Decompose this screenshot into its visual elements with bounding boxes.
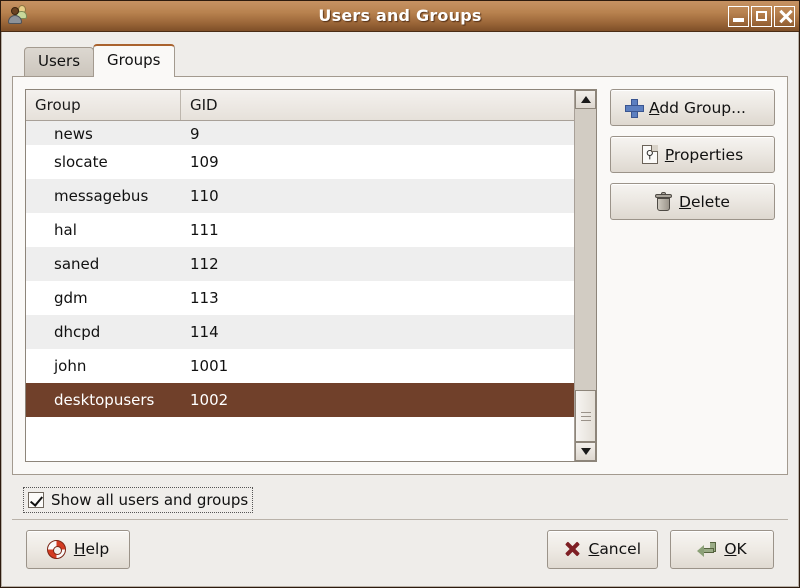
scroll-up-button[interactable] <box>575 90 596 109</box>
cell-group: hal <box>54 221 77 239</box>
column-header-gid[interactable]: GID <box>181 90 574 120</box>
cell-gid: 112 <box>190 255 219 273</box>
properties-button[interactable]: ⚲ Properties <box>610 136 775 173</box>
cancel-button[interactable]: Cancel <box>547 529 658 569</box>
tab-groups[interactable]: Groups <box>93 44 175 77</box>
title-bar[interactable]: Users and Groups <box>1 1 799 32</box>
close-button[interactable] <box>774 5 795 27</box>
ok-button[interactable]: OK <box>670 529 774 569</box>
show-all-row: Show all users and groups <box>12 487 788 513</box>
vertical-scrollbar[interactable] <box>574 90 596 461</box>
tab-users-label: Users <box>38 52 81 70</box>
table-row-selected[interactable]: desktopusers 1002 <box>26 383 574 417</box>
groups-list-frame: Group GID news 9 slocate 109 messagebus … <box>25 89 597 462</box>
table-row[interactable]: saned 112 <box>26 247 574 281</box>
delete-label: Delete <box>679 192 730 211</box>
cell-gid: 114 <box>190 323 219 341</box>
maximize-icon <box>756 11 767 21</box>
side-button-group: Add Group... ⚲ Properties Delete <box>610 89 775 462</box>
list-header: Group GID <box>26 90 574 121</box>
tab-strip: Users Groups <box>12 42 788 77</box>
add-group-label: Add Group... <box>649 98 746 117</box>
users-icon <box>6 4 32 28</box>
tab-groups-label: Groups <box>107 51 161 69</box>
client-area: Users Groups Group GID news 9 slocate 10… <box>1 32 799 587</box>
minimize-icon <box>733 17 744 22</box>
cell-group: messagebus <box>54 187 149 205</box>
users-and-groups-window: Users and Groups Users Groups Group GID … <box>0 0 800 588</box>
show-all-checkbox[interactable] <box>28 492 44 508</box>
scrollbar-trough[interactable] <box>575 109 596 442</box>
cell-gid: 1001 <box>190 357 229 375</box>
cell-group: saned <box>54 255 100 273</box>
cell-group: dhcpd <box>54 323 101 341</box>
action-bar: Help Cancel OK <box>12 520 788 578</box>
cell-gid: 9 <box>190 125 200 143</box>
minimize-button[interactable] <box>728 5 749 27</box>
cell-group: gdm <box>54 289 88 307</box>
chevron-down-icon <box>580 448 591 455</box>
scroll-down-button[interactable] <box>575 442 596 461</box>
chevron-up-icon <box>580 96 591 103</box>
table-row[interactable]: hal 111 <box>26 213 574 247</box>
close-icon <box>778 9 792 23</box>
cell-group: john <box>54 357 87 375</box>
cell-group: news <box>54 125 93 143</box>
table-row[interactable]: gdm 113 <box>26 281 574 315</box>
cell-group: slocate <box>54 153 108 171</box>
show-all-label: Show all users and groups <box>51 491 249 509</box>
add-group-button[interactable]: Add Group... <box>610 89 775 126</box>
maximize-button[interactable] <box>751 5 772 27</box>
cell-gid: 110 <box>190 187 219 205</box>
table-row[interactable]: messagebus 110 <box>26 179 574 213</box>
column-header-group[interactable]: Group <box>26 90 181 120</box>
cancel-label: Cancel <box>588 540 641 558</box>
grip-icon <box>580 409 591 424</box>
table-row[interactable]: news 9 <box>26 121 574 145</box>
plus-icon <box>625 99 644 118</box>
table-row[interactable]: slocate 109 <box>26 145 574 179</box>
cell-group: desktopusers <box>54 391 155 409</box>
ok-label: OK <box>724 540 747 558</box>
cancel-icon <box>564 541 580 557</box>
help-button[interactable]: Help <box>26 529 130 569</box>
document-properties-icon: ⚲ <box>641 145 658 164</box>
trash-icon <box>655 192 673 211</box>
properties-label: Properties <box>664 145 744 164</box>
show-all-checkbox-group[interactable]: Show all users and groups <box>22 487 254 513</box>
list-body[interactable]: news 9 slocate 109 messagebus 110 hal 11… <box>26 121 574 461</box>
cell-gid: 109 <box>190 153 219 171</box>
window-title: Users and Groups <box>318 6 482 25</box>
groups-tab-page: Group GID news 9 slocate 109 messagebus … <box>12 76 788 475</box>
window-controls <box>728 5 795 27</box>
cell-gid: 111 <box>190 221 219 239</box>
enter-arrow-icon <box>697 541 717 557</box>
scrollbar-thumb[interactable] <box>575 390 596 442</box>
cell-gid: 113 <box>190 289 219 307</box>
cell-gid: 1002 <box>190 391 229 409</box>
delete-button[interactable]: Delete <box>610 183 775 220</box>
table-row[interactable]: john 1001 <box>26 349 574 383</box>
table-row[interactable]: dhcpd 114 <box>26 315 574 349</box>
groups-list-row: Group GID news 9 slocate 109 messagebus … <box>25 89 775 462</box>
help-icon <box>46 539 66 559</box>
help-label: Help <box>73 540 110 558</box>
tab-users[interactable]: Users <box>24 47 95 76</box>
